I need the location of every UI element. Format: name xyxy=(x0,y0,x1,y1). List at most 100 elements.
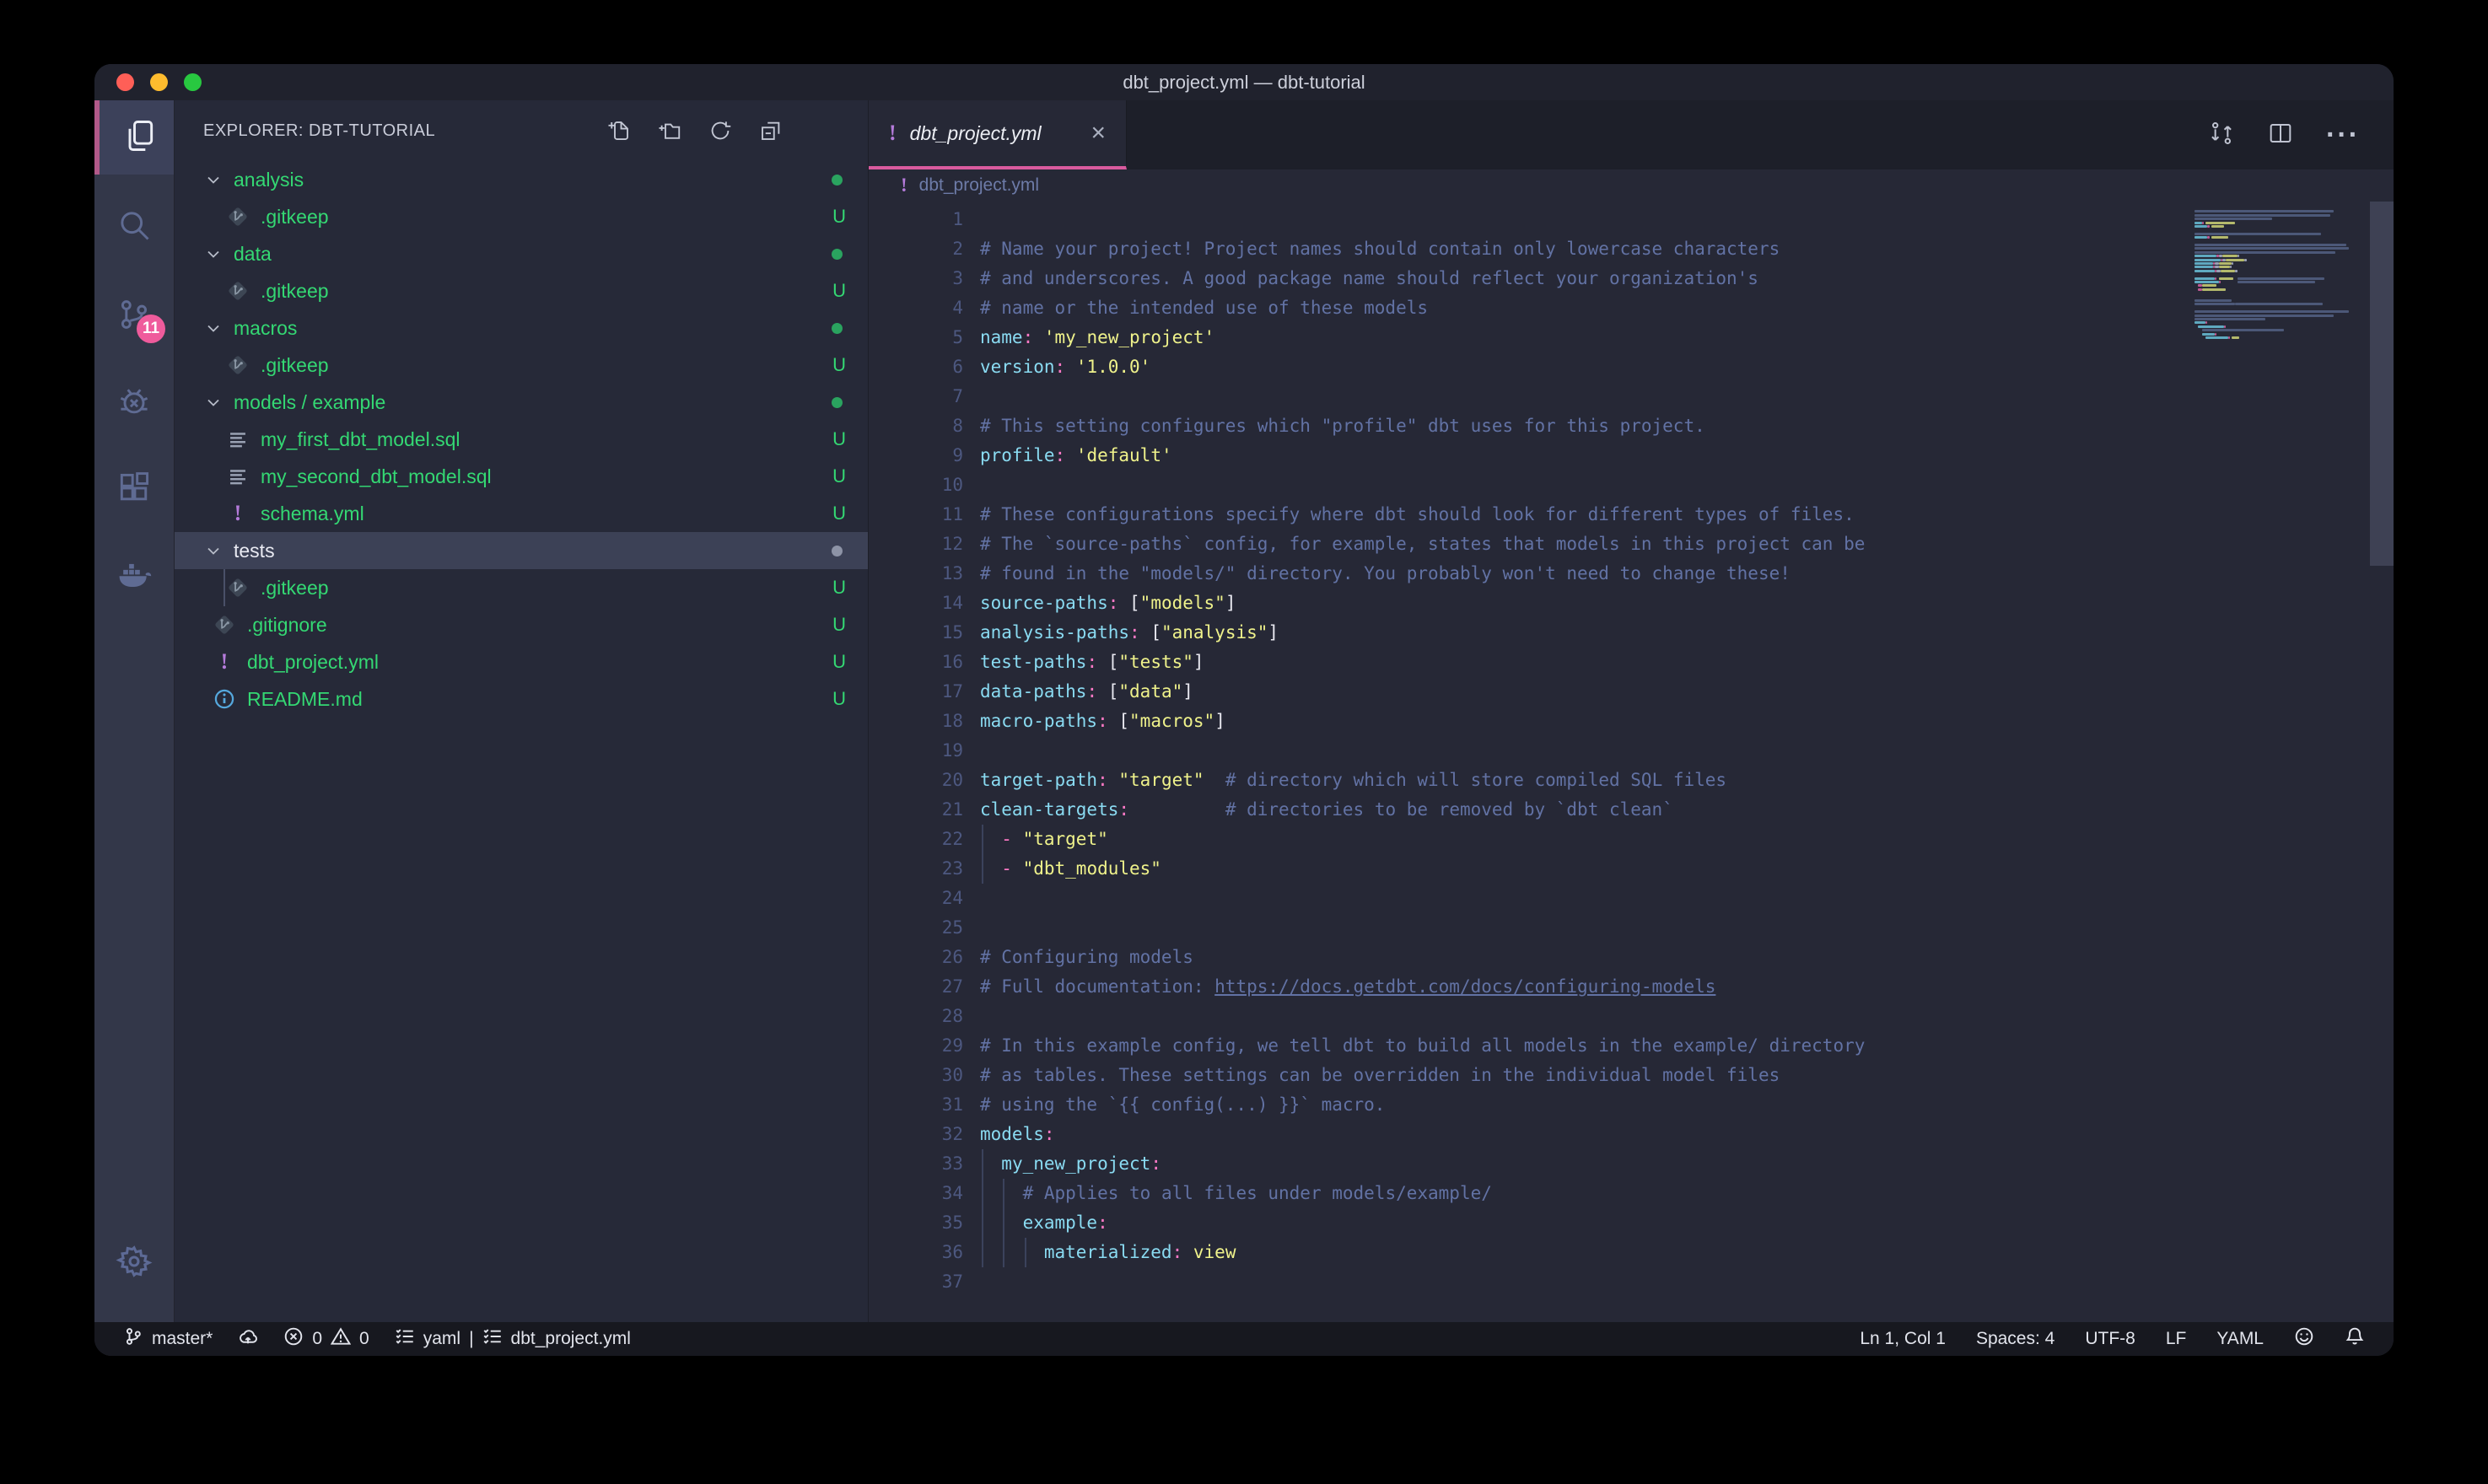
tree-item-data[interactable]: data xyxy=(175,235,868,272)
git-untracked-badge: U xyxy=(832,354,846,376)
activity-docker-button[interactable] xyxy=(94,539,174,613)
minimap-line xyxy=(2195,288,2226,291)
yaml-file-icon: ! xyxy=(901,175,907,196)
tree-item-label: .gitkeep xyxy=(261,577,329,600)
tree-item--gitkeep[interactable]: .gitkeepU xyxy=(175,569,868,606)
eol-item[interactable]: LF xyxy=(2166,1329,2187,1349)
tree-item-label: .gitkeep xyxy=(261,206,329,229)
minimap-line xyxy=(2195,281,2315,283)
git-untracked-badge: U xyxy=(832,614,846,636)
activity-search-button[interactable] xyxy=(94,190,174,264)
titlebar: dbt_project.yml — dbt-tutorial xyxy=(94,64,2394,100)
minimap-line xyxy=(2195,318,2265,320)
line-number: 20 xyxy=(869,766,963,795)
indentation-item[interactable]: Spaces: 4 xyxy=(1976,1329,2054,1349)
line-number: 23 xyxy=(869,854,963,884)
minimap[interactable] xyxy=(2195,207,2368,1322)
tree-item-analysis[interactable]: analysis xyxy=(175,161,868,198)
code-line: data-paths: ["data"] xyxy=(980,677,2191,707)
notifications-item[interactable] xyxy=(2345,1326,2365,1352)
minimap-line xyxy=(2195,325,2226,328)
schema-lang-label: yaml xyxy=(423,1329,460,1349)
line-number: 8 xyxy=(869,411,963,441)
git-changes-dot-badge xyxy=(832,323,843,334)
code-line: macro-paths: ["macros"] xyxy=(980,707,2191,736)
files-icon xyxy=(121,117,158,159)
sync-changes-button[interactable] xyxy=(238,1326,258,1352)
tree-item--gitkeep[interactable]: .gitkeepU xyxy=(175,347,868,384)
ln-col-label: Ln 1, Col 1 xyxy=(1860,1329,1946,1349)
code-line: - "dbt_modules" xyxy=(980,854,2191,884)
minimap-line xyxy=(2195,315,2334,317)
line-number: 29 xyxy=(869,1031,963,1061)
activity-source-control-button[interactable]: 11 xyxy=(94,279,174,353)
tree-item-tests[interactable]: tests xyxy=(175,532,868,569)
code-line xyxy=(980,884,2191,913)
refresh-explorer-icon[interactable] xyxy=(708,118,733,143)
close-tab-icon[interactable]: × xyxy=(1091,119,1106,148)
collapse-all-icon[interactable] xyxy=(758,118,784,143)
minimap-line xyxy=(2195,262,2233,265)
code-line: # name or the intended use of these mode… xyxy=(980,293,2191,323)
tree-item-readme-md[interactable]: README.mdU xyxy=(175,680,868,718)
minimap-line xyxy=(2195,333,2216,336)
line-number: 16 xyxy=(869,648,963,677)
more-actions-icon[interactable]: ··· xyxy=(2326,126,2360,143)
tree-item--gitkeep[interactable]: .gitkeepU xyxy=(175,198,868,235)
new-file-icon[interactable] xyxy=(606,118,632,143)
code-area[interactable]: 1234567891011121314151617181920212223242… xyxy=(869,202,2394,1322)
cursor-position-item[interactable]: Ln 1, Col 1 xyxy=(1860,1329,1946,1349)
editor-scrollbar[interactable] xyxy=(2370,202,2394,566)
tree-item-label: README.md xyxy=(247,688,363,711)
feedback-item[interactable] xyxy=(2294,1326,2314,1352)
line-number: 3 xyxy=(869,264,963,293)
schema-file-label: dbt_project.yml xyxy=(511,1329,631,1349)
chevron-down-icon xyxy=(203,318,223,338)
open-changes-icon[interactable] xyxy=(2208,120,2235,151)
line-number: 34 xyxy=(869,1179,963,1208)
settings-gear-button[interactable] xyxy=(94,1229,174,1297)
tree-item--gitkeep[interactable]: .gitkeepU xyxy=(175,272,868,309)
git-branch-item[interactable]: master* xyxy=(123,1326,213,1352)
line-number: 18 xyxy=(869,707,963,736)
line-number: 10 xyxy=(869,470,963,500)
activity-debug-button[interactable] xyxy=(94,366,174,440)
code-line: analysis-paths: ["analysis"] xyxy=(980,618,2191,648)
encoding-item[interactable]: UTF-8 xyxy=(2085,1329,2135,1349)
code-line: # These configurations specify where dbt… xyxy=(980,500,2191,530)
split-editor-icon[interactable] xyxy=(2267,120,2294,151)
warning-icon xyxy=(331,1326,351,1352)
status-bar: master* 0 0 yaml | dbt_project.yml Ln 1,… xyxy=(94,1322,2394,1356)
line-number: 22 xyxy=(869,825,963,854)
sql-file-icon xyxy=(227,428,249,450)
git-untracked-badge: U xyxy=(832,280,846,302)
tree-item-dbt-project-yml[interactable]: !dbt_project.ymlU xyxy=(175,643,868,680)
minimap-line xyxy=(2195,244,2346,246)
new-folder-icon[interactable] xyxy=(657,118,682,143)
language-mode-item[interactable]: YAML xyxy=(2216,1329,2264,1349)
tree-item-schema-yml[interactable]: !schema.ymlU xyxy=(175,495,868,532)
activity-extensions-button[interactable] xyxy=(94,453,174,527)
tree-item-models-example[interactable]: models / example xyxy=(175,384,868,421)
tree-item-label: models / example xyxy=(234,391,385,414)
code-line: my_new_project: xyxy=(980,1149,2191,1179)
minimap-line xyxy=(2195,310,2349,313)
activity-explorer-button[interactable] xyxy=(94,100,179,175)
code-content[interactable]: # Name your project! Project names shoul… xyxy=(980,205,2191,1297)
tab-dbt-project-yml[interactable]: ! dbt_project.yml × xyxy=(869,100,1127,169)
line-number: 6 xyxy=(869,352,963,382)
problems-item[interactable]: 0 0 xyxy=(283,1326,369,1352)
breadcrumb[interactable]: ! dbt_project.yml xyxy=(869,169,2394,202)
line-number: 24 xyxy=(869,884,963,913)
tree-item-macros[interactable]: macros xyxy=(175,309,868,347)
tree-item--gitignore[interactable]: .gitignoreU xyxy=(175,606,868,643)
code-line: - "target" xyxy=(980,825,2191,854)
language-label: YAML xyxy=(2216,1329,2264,1349)
tree-item-my-second-dbt-model-sql[interactable]: my_second_dbt_model.sqlU xyxy=(175,458,868,495)
tree-item-my-first-dbt-model-sql[interactable]: my_first_dbt_model.sqlU xyxy=(175,421,868,458)
yaml-schema-item[interactable]: yaml | dbt_project.yml xyxy=(395,1326,631,1352)
code-line: version: '1.0.0' xyxy=(980,352,2191,382)
vscode-window: dbt_project.yml — dbt-tutorial 11 EXPLOR… xyxy=(94,64,2394,1356)
git-changes-dot-badge xyxy=(832,546,843,556)
line-number: 33 xyxy=(869,1149,963,1179)
